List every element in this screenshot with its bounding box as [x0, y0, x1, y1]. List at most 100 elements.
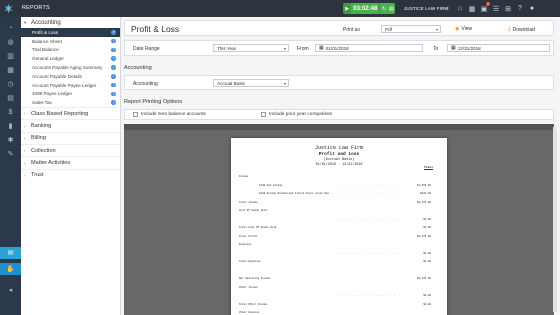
contacts-icon[interactable]: ◍: [0, 36, 21, 48]
sidebar-group-banking[interactable]: › Banking: [21, 119, 120, 131]
chevron-right-icon: ›: [24, 148, 26, 154]
top-icon-group: ◌ ⌂ ▦ ▣ 2 ☰ ⊞ ? ●: [443, 2, 537, 14]
report-preview[interactable]: Justice Law Firm Profit and Loss (Accrua…: [124, 124, 554, 315]
total-column-header: Total: [423, 166, 433, 170]
sidebar-item-accounts-payable-aging-summary[interactable]: Accounts Payable Aging Summary?: [21, 63, 120, 72]
report-row: $0.00- - - - - - - - - - - - - - - -: [337, 294, 431, 297]
grid-icon[interactable]: ⊞: [503, 3, 513, 14]
play-icon[interactable]: ▶: [343, 3, 352, 14]
firm-name[interactable]: JUSTICE LAW FIRM: [404, 6, 448, 11]
sidebar-section-accounting[interactable]: ▾ Accounting: [21, 17, 120, 28]
sidebar-group-billing[interactable]: › Billing: [21, 131, 120, 144]
reports-icon[interactable]: ▮: [0, 120, 21, 132]
accounting-label: Accounting: [133, 81, 158, 87]
date-range-select[interactable]: This Year ▾: [213, 44, 289, 52]
report-page: Justice Law Firm Profit and Loss (Accrua…: [231, 138, 447, 315]
print-as-select[interactable]: Pdf ▾: [381, 25, 441, 33]
help-icon[interactable]: ?: [515, 3, 525, 14]
matters-icon[interactable]: ▥: [0, 50, 21, 62]
report-row: 1210-Income Reimbursed Client Costs (Cos…: [259, 192, 431, 195]
print-options-card: Include zero balance accounts Include pr…: [124, 109, 554, 120]
sidebar-item-profit-loss[interactable]: Profit & Loss?: [21, 28, 120, 37]
print-as-label: Print as: [343, 26, 360, 33]
report-row: $0.00- - - - - - - - - - - - - - - -: [337, 217, 431, 221]
sidebar-item-sales-tax[interactable]: Sales Tax?: [21, 98, 120, 107]
report-firm: Justice Law Firm: [314, 145, 363, 151]
include-zero-checkbox[interactable]: Include zero balance accounts: [133, 112, 206, 117]
report-row: Total Other Income $0.00: [239, 302, 431, 306]
dashboard-icon[interactable]: ◔: [0, 22, 21, 34]
calendar-icon[interactable]: ▦: [467, 3, 477, 14]
report-main: Profit & Loss Print as Pdf ▾ ◉ View ⤓ Do…: [121, 17, 560, 315]
report-row: Other Income: [239, 285, 258, 289]
report-row: $0.00- - - - - - - - - - - - - - - -: [337, 251, 431, 255]
sidebar-item-1099-payee-ledger[interactable]: 1099 Payee Ledger?: [21, 90, 120, 99]
list-icon[interactable]: ☰: [491, 3, 501, 14]
preview-scrollbar[interactable]: [553, 127, 557, 312]
accounting-section-title: Accounting: [124, 65, 152, 71]
report-row: Total Cost Of Goods Sold $0.00: [239, 226, 431, 229]
clipboard-icon[interactable]: ▤: [388, 6, 395, 12]
eye-icon: ◉: [455, 26, 460, 32]
sidebar-group-trust[interactable]: › Trust: [21, 168, 120, 181]
report-period: 01/01/2018 - 12/31/2018: [315, 163, 363, 167]
calendar-icon[interactable]: ▦: [0, 64, 21, 76]
print-options-title: Report Printing Options: [124, 99, 183, 105]
from-date-input[interactable]: ▦ 01/01/2018: [315, 44, 423, 52]
bank-icon[interactable]: ⌂: [455, 3, 465, 14]
time-icon[interactable]: ◷: [0, 78, 21, 90]
app-logo-icon[interactable]: [3, 3, 14, 14]
feedback-icon[interactable]: ✋: [0, 263, 21, 275]
help-icon[interactable]: ?: [111, 38, 116, 44]
billing-icon[interactable]: $: [0, 106, 21, 118]
help-icon[interactable]: ?: [111, 100, 116, 106]
help-icon[interactable]: ?: [111, 82, 116, 88]
help-icon[interactable]: ?: [111, 47, 116, 53]
sidebar-group-class-based-reporting[interactable]: › Class Based Reporting: [21, 107, 120, 119]
top-bar: REPORTS ▶ 03:02:48 ↻ ▤ JUSTICE LAW FIRM …: [0, 0, 560, 17]
sidebar-item-trial-balance[interactable]: Trial Balance?: [21, 46, 120, 55]
sidebar-item-balance-sheet[interactable]: Balance Sheet?: [21, 37, 120, 46]
sound-icon[interactable]: ◂: [0, 284, 21, 296]
help-icon[interactable]: ?: [111, 74, 116, 79]
chevron-down-icon: ▾: [283, 81, 286, 86]
to-label: To: [433, 46, 439, 52]
sidebar-item-general-ledger[interactable]: General Ledger?: [21, 54, 120, 63]
sidebar-item-account-payable-payee-ledger[interactable]: Account Payable Payee Ledger?: [21, 81, 120, 90]
report-row: [239, 269, 435, 273]
chevron-down-icon: ▾: [283, 46, 286, 51]
refresh-icon[interactable]: ↻: [380, 6, 387, 12]
chat-icon[interactable]: ◌: [443, 3, 453, 14]
calendar-icon: ▦: [319, 45, 324, 51]
help-icon[interactable]: ?: [111, 30, 116, 35]
sidebar-group-matter-activities[interactable]: › Matter Activities: [21, 156, 120, 168]
download-button[interactable]: ⤓ Download: [508, 26, 535, 33]
download-icon: ⤓: [508, 26, 511, 32]
help-icon[interactable]: ?: [111, 91, 116, 97]
help-icon[interactable]: ?: [111, 56, 116, 62]
accounting-basis-card: Accounting Accrual Basis ▾: [124, 75, 554, 90]
chat-support-icon[interactable]: ✉: [0, 247, 21, 259]
sidebar-group-collection[interactable]: › Collection: [21, 144, 120, 156]
help-icon[interactable]: ?: [111, 65, 116, 70]
preview-toolbar: [124, 124, 554, 130]
sidebar-item-account-payable-details[interactable]: Account Payable Details?: [21, 72, 120, 81]
to-date-input[interactable]: ▦ 12/31/2018: [447, 44, 550, 52]
accounting-basis-select[interactable]: Accrual Basis ▾: [213, 79, 289, 87]
date-range-label: Date Range: [133, 46, 160, 52]
tools-icon[interactable]: ✎: [0, 148, 21, 160]
chevron-right-icon: ›: [24, 172, 26, 178]
user-icon[interactable]: ●: [527, 3, 537, 14]
report-row: Total Income $4,675.00: [239, 200, 431, 204]
reports-sidebar: ▾ Accounting Profit & Loss? Balance Sheet…: [21, 17, 121, 315]
settings-icon[interactable]: ✱: [0, 134, 21, 146]
documents-icon[interactable]: ▤: [0, 92, 21, 104]
report-header: Profit & Loss Print as Pdf ▾ ◉ View ⤓ Do…: [124, 20, 554, 36]
chevron-right-icon: ›: [24, 135, 26, 141]
view-button[interactable]: ◉ View: [455, 26, 472, 32]
include-prior-checkbox[interactable]: Include prior year comparison: [261, 112, 332, 117]
timer-widget[interactable]: ▶ 03:02:48 ↻ ▤: [343, 3, 395, 14]
inbox-icon[interactable]: ▣ 2: [479, 2, 490, 14]
chevron-down-icon: ▾: [24, 19, 27, 25]
report-row: Income: [239, 175, 249, 178]
